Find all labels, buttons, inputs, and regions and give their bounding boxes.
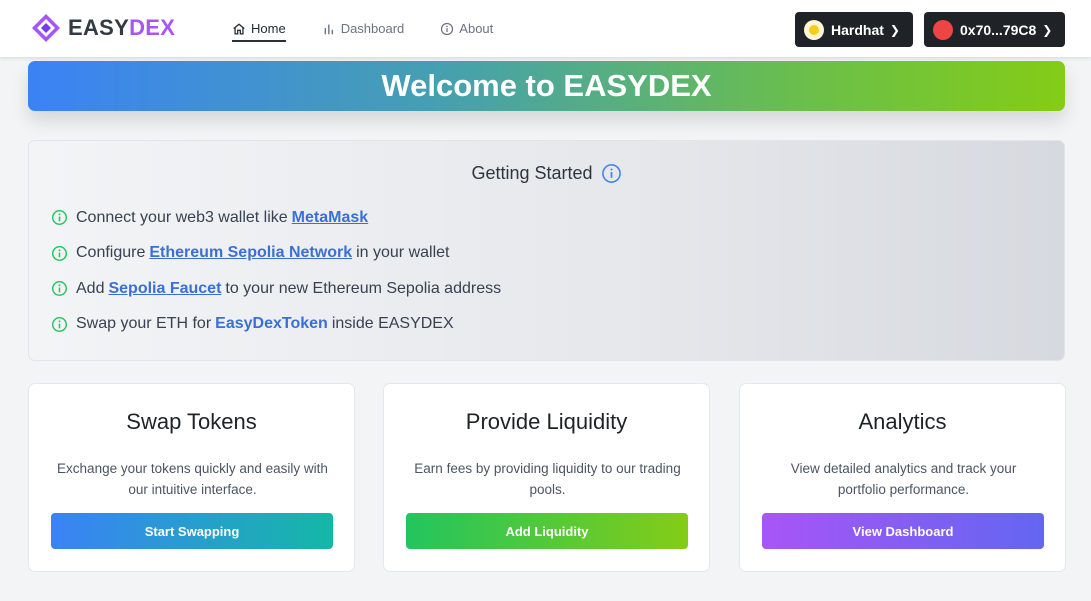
step-text-suffix: inside EASYDEX bbox=[331, 315, 454, 332]
list-item: Connect your web3 wallet like MetaMask bbox=[51, 208, 501, 227]
nav-home[interactable]: Home bbox=[232, 16, 286, 42]
metamask-link[interactable]: MetaMask bbox=[292, 209, 368, 227]
card-title: Provide Liquidity bbox=[465, 409, 628, 434]
main-nav: Home Dashboard About bbox=[232, 0, 529, 57]
list-item: Swap your ETH for EasyDexToken inside EA… bbox=[51, 315, 501, 334]
list-item: Configure Ethereum Sepolia Network in yo… bbox=[51, 244, 501, 263]
step-text: Add bbox=[76, 279, 105, 297]
getting-started-header: Getting Started bbox=[29, 163, 1064, 184]
nav-dashboard[interactable]: Dashboard bbox=[322, 17, 405, 41]
add-liquidity-button[interactable]: Add Liquidity bbox=[406, 513, 688, 549]
info-icon[interactable] bbox=[601, 163, 622, 184]
info-circle-icon bbox=[51, 280, 68, 297]
step-text-suffix: in your wallet bbox=[356, 244, 450, 261]
nav-home-label: Home bbox=[251, 21, 286, 36]
bar-chart-icon bbox=[324, 24, 333, 34]
card-title: Analytics bbox=[858, 409, 947, 434]
sepolia-faucet-link[interactable]: Sepolia Faucet bbox=[108, 280, 221, 298]
list-item: Add Sepolia Faucet to your new Ethereum … bbox=[51, 279, 501, 298]
info-circle-icon bbox=[51, 209, 68, 226]
card-description: View detailed analytics and track your p… bbox=[790, 461, 1017, 497]
account-avatar bbox=[933, 19, 953, 40]
info-icon bbox=[441, 22, 454, 35]
home-icon bbox=[233, 22, 245, 34]
step-text: Connect your web3 wallet like bbox=[76, 208, 288, 226]
network-selector-button[interactable]: Hardhat ❯ bbox=[795, 12, 913, 47]
logo[interactable]: EASYDEX bbox=[31, 13, 175, 43]
chevron-down-icon: ❯ bbox=[1042, 22, 1053, 37]
hardhat-network-icon bbox=[804, 19, 824, 40]
logo-text-dex: DEX bbox=[129, 15, 176, 40]
sepolia-network-link[interactable]: Ethereum Sepolia Network bbox=[149, 244, 352, 262]
provide-liquidity-card: Provide Liquidity Earn fees by providing… bbox=[383, 383, 710, 572]
easydextoken-label: EasyDexToken bbox=[215, 315, 328, 332]
logo-text-easy: EASY bbox=[68, 15, 130, 40]
card-description: Exchange your tokens quickly and easily … bbox=[57, 461, 328, 497]
card-description: Earn fees by providing liquidity to our … bbox=[414, 461, 681, 497]
network-label: Hardhat bbox=[831, 21, 884, 38]
account-button[interactable]: 0x70...79C8 ❯ bbox=[924, 12, 1065, 47]
view-dashboard-button[interactable]: View Dashboard bbox=[762, 513, 1044, 549]
chevron-down-icon: ❯ bbox=[889, 22, 900, 37]
account-address: 0x70...79C8 bbox=[960, 21, 1037, 38]
nav-about-label: About bbox=[459, 21, 494, 36]
diamond-logo-icon bbox=[32, 14, 60, 42]
step-text: Configure bbox=[76, 244, 146, 261]
welcome-banner: Welcome to EASYDEX bbox=[28, 61, 1065, 111]
step-text-suffix: to your new Ethereum Sepolia address bbox=[225, 279, 502, 297]
nav-dashboard-label: Dashboard bbox=[340, 21, 405, 36]
card-title: Swap Tokens bbox=[126, 409, 257, 434]
getting-started-panel: Getting Started Connect your web3 wallet… bbox=[28, 140, 1065, 361]
nav-about[interactable]: About bbox=[440, 17, 493, 41]
info-circle-icon bbox=[51, 245, 68, 261]
start-swapping-button[interactable]: Start Swapping bbox=[51, 513, 333, 549]
top-navbar: EASYDEX Home Dashboard About Hardhat ❯ 0… bbox=[0, 0, 1091, 57]
banner-title: Welcome to EASYDEX bbox=[381, 68, 712, 103]
logo-text: EASYDEX bbox=[68, 15, 175, 41]
getting-started-title: Getting Started bbox=[471, 163, 593, 183]
analytics-card: Analytics View detailed analytics and tr… bbox=[739, 383, 1066, 572]
info-circle-icon bbox=[51, 316, 68, 332]
swap-tokens-card: Swap Tokens Exchange your tokens quickly… bbox=[28, 383, 355, 572]
getting-started-steps: Connect your web3 wallet like MetaMask C… bbox=[51, 208, 501, 350]
step-text: Swap your ETH for bbox=[76, 315, 212, 332]
